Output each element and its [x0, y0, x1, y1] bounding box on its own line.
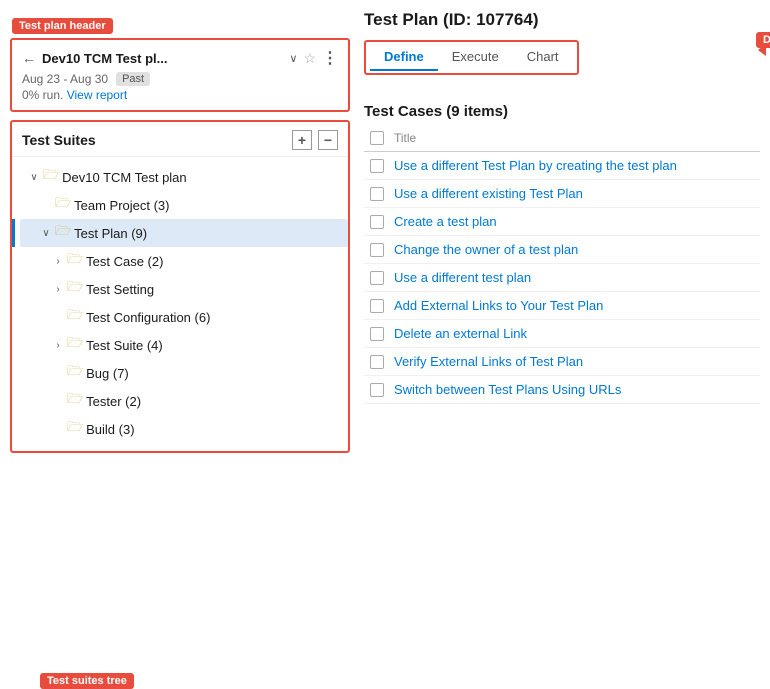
- tab-chart[interactable]: Chart: [513, 44, 573, 71]
- suite-item-label: Tester (2): [86, 394, 141, 409]
- table-row[interactable]: Verify External Links of Test Plan: [364, 348, 760, 376]
- suite-item-label: Test Case (2): [86, 254, 163, 269]
- test-cases-section: Test Cases (9 items) Title Use a differe…: [364, 103, 760, 404]
- case-checkbox[interactable]: [370, 327, 384, 341]
- list-item[interactable]: 🗁 Team Project (3): [20, 191, 348, 219]
- suites-callout-label: Test suites tree: [40, 673, 134, 689]
- folder-icon: 🗁: [67, 278, 83, 300]
- suite-item-label: Build (3): [86, 422, 134, 437]
- list-item[interactable]: › 🗁 Test Case (2): [20, 247, 348, 275]
- table-row[interactable]: Use a different test plan: [364, 264, 760, 292]
- list-item[interactable]: 🗁 Bug (7): [20, 359, 348, 387]
- suite-item-label: Test Suite (4): [86, 338, 163, 353]
- suite-item-label: Dev10 TCM Test plan: [62, 170, 187, 185]
- case-link[interactable]: Change the owner of a test plan: [394, 242, 578, 257]
- case-link[interactable]: Use a different test plan: [394, 270, 531, 285]
- list-item[interactable]: ∨ 🗁 Test Plan (9): [20, 219, 348, 247]
- suite-item-label: Bug (7): [86, 366, 129, 381]
- plan-dropdown-icon[interactable]: ∨: [289, 52, 297, 65]
- folder-icon: 🗁: [67, 390, 83, 412]
- table-row[interactable]: Use a different existing Test Plan: [364, 180, 760, 208]
- more-options-icon[interactable]: ⋮: [322, 48, 338, 68]
- past-badge: Past: [116, 72, 150, 86]
- expand-icon: ∨: [40, 228, 52, 239]
- list-item[interactable]: › 🗁 Test Suite (4): [20, 331, 348, 359]
- table-row[interactable]: Add External Links to Your Test Plan: [364, 292, 760, 320]
- case-checkbox[interactable]: [370, 271, 384, 285]
- suites-actions: + −: [292, 130, 338, 150]
- folder-icon: 🗁: [67, 362, 83, 384]
- folder-icon: 🗁: [67, 418, 83, 440]
- plan-nav-row: ← Dev10 TCM Test pl... ∨ ☆ ⋮: [22, 48, 338, 68]
- case-link[interactable]: Add External Links to Your Test Plan: [394, 298, 603, 313]
- case-checkbox[interactable]: [370, 355, 384, 369]
- title-column-header: Title: [394, 131, 416, 145]
- case-checkbox[interactable]: [370, 159, 384, 173]
- list-item[interactable]: 🗁 Tester (2): [20, 387, 348, 415]
- case-checkbox[interactable]: [370, 243, 384, 257]
- expand-icon: ›: [52, 340, 64, 351]
- collapse-suite-button[interactable]: −: [318, 130, 338, 150]
- list-item[interactable]: › 🗁 Test Setting: [20, 275, 348, 303]
- suites-title: Test Suites: [22, 132, 96, 148]
- callout-arrow: [758, 44, 766, 56]
- tab-define[interactable]: Define: [370, 44, 438, 71]
- suites-header: Test Suites + −: [12, 130, 348, 157]
- expand-icon: ›: [52, 256, 64, 267]
- case-link[interactable]: Use a different Test Plan by creating th…: [394, 158, 677, 173]
- plan-meta-row: Aug 23 - Aug 30 Past: [22, 72, 338, 86]
- back-button[interactable]: ←: [22, 50, 36, 66]
- case-checkbox[interactable]: [370, 383, 384, 397]
- right-panel: Test Plan (ID: 107764) Define Execute Ch…: [360, 10, 760, 663]
- case-link[interactable]: Switch between Test Plans Using URLs: [394, 382, 621, 397]
- list-item[interactable]: ∨ 🗁 Dev10 TCM Test plan: [20, 163, 348, 191]
- view-report-link[interactable]: View report: [67, 88, 127, 102]
- case-link[interactable]: Delete an external Link: [394, 326, 527, 341]
- cases-section-title: Test Cases (9 items): [364, 103, 760, 120]
- suite-item-label: Test Configuration (6): [86, 310, 210, 325]
- folder-icon: 🗁: [43, 166, 59, 188]
- case-checkbox[interactable]: [370, 215, 384, 229]
- expand-icon: ∨: [28, 172, 40, 183]
- tab-execute[interactable]: Execute: [438, 44, 513, 71]
- test-suites-box: Test Suites + − ∨ 🗁 Dev10 TCM Test plan: [10, 120, 350, 453]
- table-row[interactable]: Create a test plan: [364, 208, 760, 236]
- tabs-container: Define Execute Chart: [364, 40, 579, 75]
- table-row[interactable]: Change the owner of a test plan: [364, 236, 760, 264]
- expand-icon: ›: [52, 284, 64, 295]
- suites-tree: ∨ 🗁 Dev10 TCM Test plan 🗁 Team Project (…: [12, 163, 348, 443]
- folder-icon: 🗁: [67, 306, 83, 328]
- plan-id-title: Test Plan (ID: 107764): [364, 10, 760, 30]
- select-all-checkbox[interactable]: [370, 131, 384, 145]
- table-row[interactable]: Use a different Test Plan by creating th…: [364, 152, 760, 180]
- add-suite-button[interactable]: +: [292, 130, 312, 150]
- test-plan-header: Test plan header ← Dev10 TCM Test pl... …: [10, 38, 350, 112]
- case-checkbox[interactable]: [370, 299, 384, 313]
- folder-icon: 🗁: [67, 250, 83, 272]
- case-checkbox[interactable]: [370, 187, 384, 201]
- cases-header-row: Title: [364, 128, 760, 152]
- suite-item-label: Test Plan (9): [74, 226, 147, 241]
- plan-title: Dev10 TCM Test pl...: [42, 51, 283, 66]
- folder-icon: 🗁: [55, 222, 71, 244]
- folder-icon: 🗁: [55, 194, 71, 216]
- list-item[interactable]: 🗁 Test Configuration (6): [20, 303, 348, 331]
- case-link[interactable]: Create a test plan: [394, 214, 497, 229]
- case-link[interactable]: Use a different existing Test Plan: [394, 186, 583, 201]
- case-link[interactable]: Verify External Links of Test Plan: [394, 354, 583, 369]
- progress-row: 0% run. View report: [22, 88, 338, 102]
- favorite-icon[interactable]: ☆: [303, 50, 316, 67]
- date-range: Aug 23 - Aug 30: [22, 72, 108, 86]
- suite-item-label: Team Project (3): [74, 198, 169, 213]
- folder-icon: 🗁: [67, 334, 83, 356]
- header-callout-label: Test plan header: [12, 18, 113, 34]
- left-panel: Test plan header ← Dev10 TCM Test pl... …: [10, 10, 350, 663]
- progress-text: 0% run.: [22, 88, 63, 102]
- suite-item-label: Test Setting: [86, 282, 154, 297]
- list-item[interactable]: 🗁 Build (3): [20, 415, 348, 443]
- table-row[interactable]: Switch between Test Plans Using URLs: [364, 376, 760, 404]
- table-row[interactable]: Delete an external Link: [364, 320, 760, 348]
